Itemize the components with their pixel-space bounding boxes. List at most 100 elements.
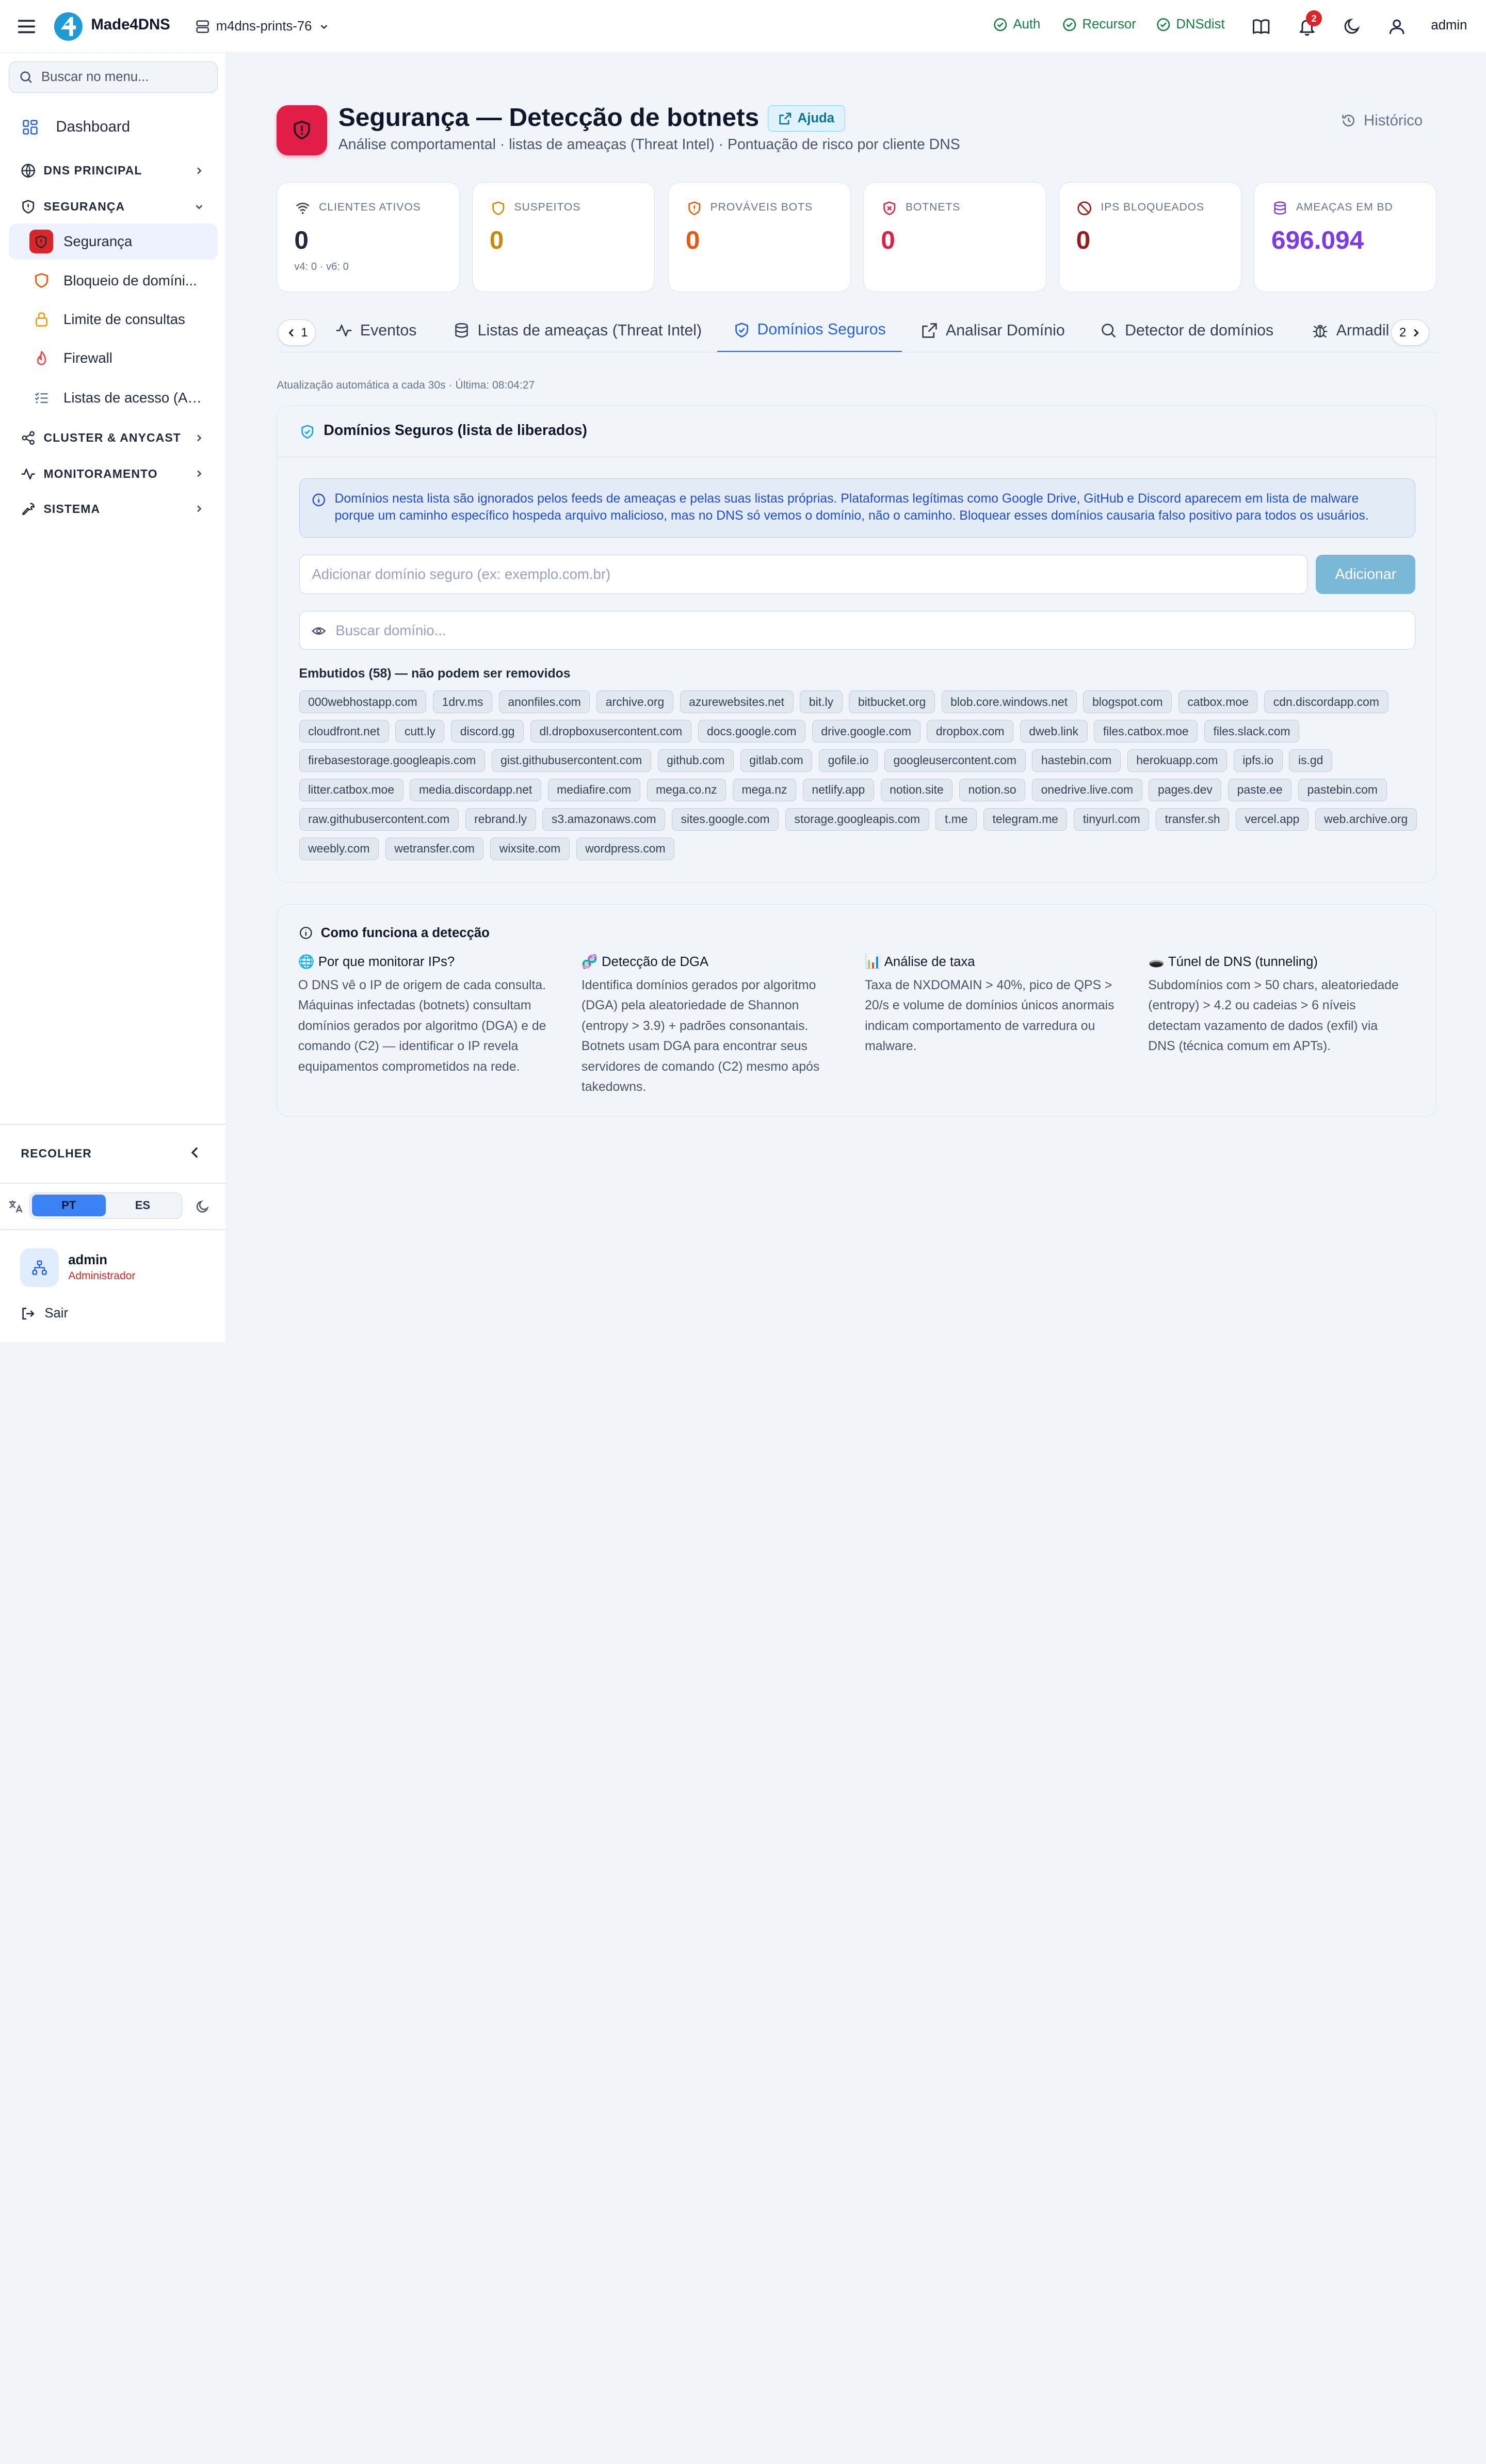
external-link-icon [922,323,938,339]
domain-chip: wetransfer.com [385,837,484,860]
how-column-title: 🧬 Detecção de DGA [581,954,709,969]
external-link-icon [779,112,792,124]
info-icon [312,493,326,507]
tab-events[interactable]: Eventos [335,309,416,352]
user-name[interactable]: admin [1431,18,1467,33]
sidebar-section-monitoring[interactable]: MONITORAMENTO [9,460,218,488]
shield-check-icon [735,323,748,337]
domain-chip: telegram.me [983,808,1068,831]
sidebar-divider [0,1183,227,1184]
tab-label: Eventos [360,321,417,339]
domain-chip: herokuapp.com [1127,749,1227,772]
sidebar-item-rate-limit[interactable]: Limite de consultas [9,301,218,337]
top-bar: Made4DNS m4dns-prints-76 Auth Recursor D… [0,0,1486,53]
tab-analyze-domain[interactable]: Analisar Domínio [921,309,1065,352]
sidebar-item-domain-block[interactable]: Bloqueio de domíni... [9,263,218,299]
tabs-prev-page: 1 [301,325,308,340]
section-label: CLUSTER & ANYCAST [43,431,181,445]
builtin-title: Embutidos (58) — não podem ser removidos [299,667,571,681]
database-icon [455,323,468,338]
domain-search-input[interactable] [335,619,1397,642]
sidebar-item-security[interactable]: Segurança [8,223,218,260]
domain-search-field[interactable] [299,610,1416,650]
add-domain-button[interactable]: Adicionar [1316,555,1416,594]
notification-badge: 2 [1305,10,1322,27]
section-label: SEGURANÇA [43,199,125,213]
add-domain-input[interactable] [299,555,1307,594]
history-button[interactable]: Histórico [1341,112,1423,130]
how-column-tunneling: 🕳️ Túnel de DNS (tunneling) Subdomínios … [1148,954,1406,1057]
domain-chip: drive.google.com [812,720,920,743]
search-icon [20,71,32,83]
tab-label: Detector de domínios [1125,321,1274,339]
safe-domains-card: Domínios Seguros (lista de liberados) Do… [277,406,1437,882]
sidebar-divider [0,1229,227,1231]
status-dnsdist[interactable]: DNSdist [1156,17,1225,32]
section-label: MONITORAMENTO [43,466,158,480]
domain-chip: s3.amazonaws.com [542,808,666,831]
tab-threat-intel[interactable]: Listas de ameaças (Threat Intel) [453,309,702,352]
menu-icon[interactable] [17,17,36,36]
tab-domain-detector[interactable]: Detector de domínios [1100,309,1273,352]
moon-icon[interactable] [195,1199,210,1214]
shield-alert-icon [22,200,35,214]
page-title: Segurança — Detecção de botnets [338,103,760,132]
chevron-down-icon [196,204,203,210]
tabs-next-button[interactable]: 2 [1391,319,1430,346]
status-auth[interactable]: Auth [993,17,1040,32]
domain-chip: pages.dev [1149,778,1222,801]
sidebar-item-acl[interactable]: Listas de acesso (ACL) [9,380,218,416]
menu-search-input[interactable]: Buscar no menu... [8,61,218,93]
domain-chip: bitbucket.org [849,690,935,714]
chevron-left-icon[interactable] [187,1144,204,1161]
tab-bar: Eventos Listas de ameaças (Threat Intel)… [277,309,1437,353]
auto-refresh-text: Atualização automática a cada 30s · Últi… [277,379,535,391]
check-circle-icon [1157,18,1170,31]
domain-chip: is.gd [1289,749,1332,772]
page-shield-icon [277,105,327,156]
chevron-right-icon [197,167,202,174]
shield-x-icon [883,201,896,215]
status-auth-label: Auth [1013,17,1041,32]
language-switcher[interactable]: PT ES [29,1192,182,1219]
tab-honeypot[interactable]: Armadil [1312,309,1389,352]
lang-es-button[interactable]: ES [106,1195,180,1216]
domain-chip: googleusercontent.com [884,749,1026,772]
sidebar-section-cluster[interactable]: CLUSTER & ANYCAST [9,424,218,452]
sidebar-item-firewall[interactable]: Firewall [9,340,218,376]
domain-chip: ipfs.io [1233,749,1283,772]
tab-safe-domains[interactable]: Domínios Seguros [717,309,902,352]
domain-chip: litter.catbox.moe [299,778,403,801]
domain-chip: archive.org [596,690,673,714]
brand-logo-icon [54,12,83,41]
sidebar-section-security[interactable]: SEGURANÇA [9,192,218,221]
sidebar-item-dashboard[interactable]: Dashboard [9,109,218,145]
logout-icon [22,1308,35,1319]
domain-chip: dweb.link [1020,720,1088,743]
logout-button[interactable]: Sair [21,1306,68,1321]
how-column-rate: 📊 Análise de taxa Taxa de NXDOMAIN > 40%… [865,954,1123,1057]
stat-label: CLIENTES ATIVOS [319,201,421,214]
sidebar-section-dns[interactable]: DNS PRINCIPAL [9,156,218,185]
domain-chip: gofile.io [819,749,878,772]
moon-icon[interactable] [1342,16,1363,37]
flame-icon [37,350,46,365]
status-recursor[interactable]: Recursor [1062,17,1136,32]
how-column-title: 🕳️ Túnel de DNS (tunneling) [1148,954,1318,969]
user-icon[interactable] [1386,16,1407,37]
stat-value: 0 [685,226,700,255]
domain-chip: media.discordapp.net [410,778,541,801]
brand-name: Made4DNS [91,16,170,34]
server-selector[interactable]: m4dns-prints-76 [195,15,331,38]
domain-chip: cutt.ly [395,720,445,743]
menu-search-placeholder: Buscar no menu... [41,70,149,85]
tabs-next-page: 2 [1399,325,1407,340]
book-icon[interactable] [1251,16,1271,37]
help-button[interactable]: Ajuda [767,105,846,132]
sidebar-section-system[interactable]: SISTEMA [9,495,218,523]
tabs-prev-button[interactable]: 1 [278,319,316,346]
lang-pt-button[interactable]: PT [31,1195,106,1217]
page-subtitle: Análise comportamental · listas de ameaç… [338,136,960,153]
logout-label: Sair [44,1306,69,1320]
shield-check-icon [301,425,314,439]
